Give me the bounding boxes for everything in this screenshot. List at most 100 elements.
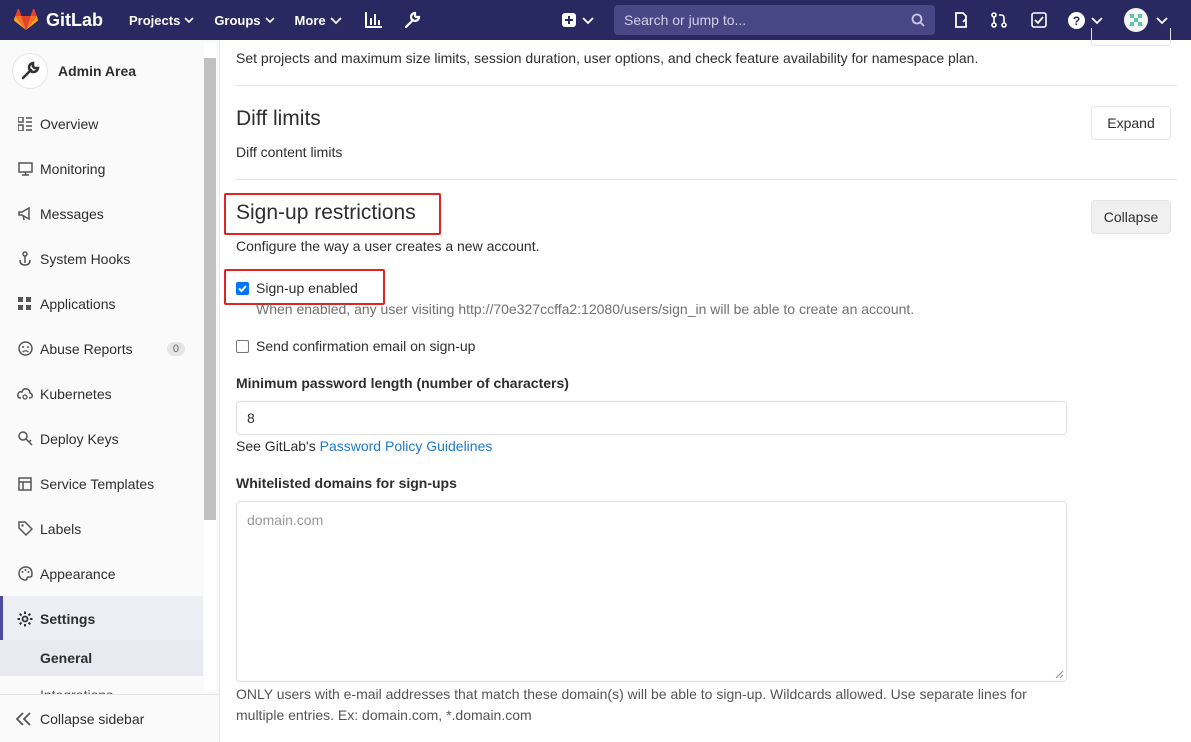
sidebar-item-appearance[interactable]: Appearance: [0, 551, 203, 596]
applications-grid-icon: [16, 295, 34, 313]
collapse-sidebar-button[interactable]: Collapse sidebar: [0, 694, 219, 742]
diff-limits-description: Diff content limits: [236, 144, 343, 160]
brand-name: GitLab: [46, 9, 103, 30]
search-bar[interactable]: [614, 5, 935, 35]
search-input[interactable]: [624, 12, 911, 28]
min-password-input[interactable]: 8: [236, 401, 1067, 435]
sidebar-item-monitoring[interactable]: Monitoring: [0, 146, 203, 191]
abuse-reports-count-badge: 0: [166, 341, 185, 356]
confirmation-email-checkbox[interactable]: [236, 339, 249, 353]
confirmation-email-checkbox-row[interactable]: Send confirmation email on sign-up: [236, 338, 475, 354]
key-icon: [16, 430, 34, 448]
nav-projects-dropdown[interactable]: Projects: [129, 13, 194, 28]
checkmark-icon: [238, 284, 247, 292]
activity-chart-icon[interactable]: [364, 10, 384, 30]
sidebar-item-system-hooks[interactable]: System Hooks: [0, 236, 203, 281]
diff-limits-title: Diff limits: [236, 107, 321, 130]
nav-more-label: More: [294, 12, 326, 28]
whitelist-help-line1: ONLY users with e-mail addresses that ma…: [236, 686, 1027, 702]
previous-section-button[interactable]: [1091, 28, 1171, 46]
nav-groups-dropdown[interactable]: Groups: [214, 12, 275, 28]
megaphone-icon: [16, 205, 34, 223]
top-navbar: GitLab Projects Groups More ?: [0, 0, 1191, 40]
min-password-value: 8: [247, 410, 255, 426]
todos-icon[interactable]: [1030, 11, 1048, 29]
question-circle-icon: ?: [1067, 11, 1085, 29]
signup-enabled-help: When enabled, any user visiting http://7…: [256, 301, 915, 317]
whitelist-help-line2: multiple entries. Ex: domain.com, *.doma…: [236, 707, 532, 723]
hook-icon: [16, 250, 34, 268]
help-dropdown[interactable]: ?: [1066, 11, 1104, 29]
sidebar-item-deploy-keys[interactable]: Deploy Keys: [0, 416, 203, 461]
whitelist-domains-label: Whitelisted domains for sign-ups: [236, 475, 457, 491]
sidebar-item-settings[interactable]: Settings: [0, 596, 203, 641]
confirmation-email-label: Send confirmation email on sign-up: [256, 338, 476, 354]
signup-enabled-checkbox[interactable]: [236, 281, 249, 295]
section-divider: [236, 179, 1177, 180]
signup-enabled-label: Sign-up enabled: [256, 280, 358, 296]
sidebar-item-label: Settings: [40, 610, 96, 627]
new-item-dropdown[interactable]: [561, 11, 595, 29]
sidebar-item-labels[interactable]: Labels: [0, 506, 203, 551]
whitelist-domains-textarea[interactable]: domain.com: [236, 501, 1067, 682]
sidebar-subitem-general[interactable]: General: [0, 640, 203, 676]
sidebar-item-abuse-reports[interactable]: Abuse Reports 0: [0, 326, 203, 371]
sidebar-item-kubernetes[interactable]: Kubernetes: [0, 371, 203, 416]
chevron-down-icon: [1156, 17, 1168, 25]
settings-content: Set projects and maximum size limits, se…: [224, 28, 1177, 742]
sidebar-item-label: Overview: [40, 115, 99, 132]
signup-collapse-button[interactable]: Collapse: [1091, 200, 1171, 234]
sidebar-item-messages[interactable]: Messages: [0, 191, 203, 236]
overview-grid-icon: [16, 115, 34, 133]
signup-restrictions-description: Configure the way a user creates a new a…: [236, 238, 540, 254]
sidebar-item-label: Applications: [40, 295, 116, 312]
gitlab-home-link[interactable]: GitLab: [14, 0, 103, 40]
sidebar-item-applications[interactable]: Applications: [0, 281, 203, 326]
nav-groups-label: Groups: [214, 12, 261, 28]
collapse-sidebar-label: Collapse sidebar: [40, 710, 145, 727]
cloud-gear-icon: [16, 385, 34, 403]
password-policy-link[interactable]: Password Policy Guidelines: [320, 438, 493, 454]
previous-section-description: Set projects and maximum size limits, se…: [236, 50, 979, 66]
monitor-icon: [16, 160, 34, 178]
resize-handle-icon[interactable]: [1055, 670, 1064, 679]
diff-limits-expand-button[interactable]: Expand: [1091, 106, 1171, 140]
chevron-down-icon: [329, 17, 342, 25]
sidebar-scrollbar-thumb[interactable]: [204, 58, 216, 520]
sidebar-item-label: Appearance: [40, 565, 116, 582]
admin-wrench-icon[interactable]: [402, 10, 422, 30]
chevron-down-icon: [1090, 17, 1103, 25]
palette-icon: [16, 565, 34, 583]
gear-icon: [16, 610, 34, 628]
sidebar-item-label: Abuse Reports: [40, 340, 133, 357]
chevron-down-icon: [582, 17, 594, 25]
double-chevron-left-icon: [16, 711, 31, 726]
password-help-text: See GitLab's: [236, 438, 316, 454]
gitlab-logo-icon: [14, 9, 38, 30]
signup-restrictions-title: Sign-up restrictions: [236, 201, 416, 224]
plus-square-icon: [562, 13, 576, 27]
sidebar-title: Admin Area: [58, 63, 137, 79]
sidebar-item-label: Monitoring: [40, 160, 106, 177]
sidebar-item-service-templates[interactable]: Service Templates: [0, 461, 203, 506]
password-policy-help: See GitLab's Password Policy Guidelines: [236, 438, 492, 454]
min-password-label: Minimum password length (number of chara…: [236, 375, 569, 391]
merge-requests-icon[interactable]: [990, 11, 1008, 29]
sidebar-item-label: Labels: [40, 520, 82, 537]
issues-icon[interactable]: [952, 11, 970, 29]
sidebar-item-label: Messages: [40, 205, 104, 222]
signup-enabled-checkbox-row[interactable]: Sign-up enabled: [236, 280, 358, 296]
wrench-icon: [21, 61, 40, 80]
nav-projects-label: Projects: [129, 12, 181, 28]
admin-area-avatar: [12, 53, 48, 89]
sidebar-header[interactable]: Admin Area: [0, 40, 219, 102]
search-icon: [911, 13, 925, 27]
sidebar-item-label: Kubernetes: [40, 385, 112, 402]
sidebar-item-label: Deploy Keys: [40, 430, 119, 447]
sidebar-item-overview[interactable]: Overview: [0, 101, 203, 146]
nav-more-dropdown[interactable]: More: [295, 13, 342, 28]
admin-sidebar: Admin Area Overview Monitoring Messages …: [0, 40, 220, 742]
chevron-down-icon: [264, 17, 275, 24]
section-divider: [236, 85, 1177, 86]
whitelist-domains-placeholder: domain.com: [247, 512, 324, 528]
